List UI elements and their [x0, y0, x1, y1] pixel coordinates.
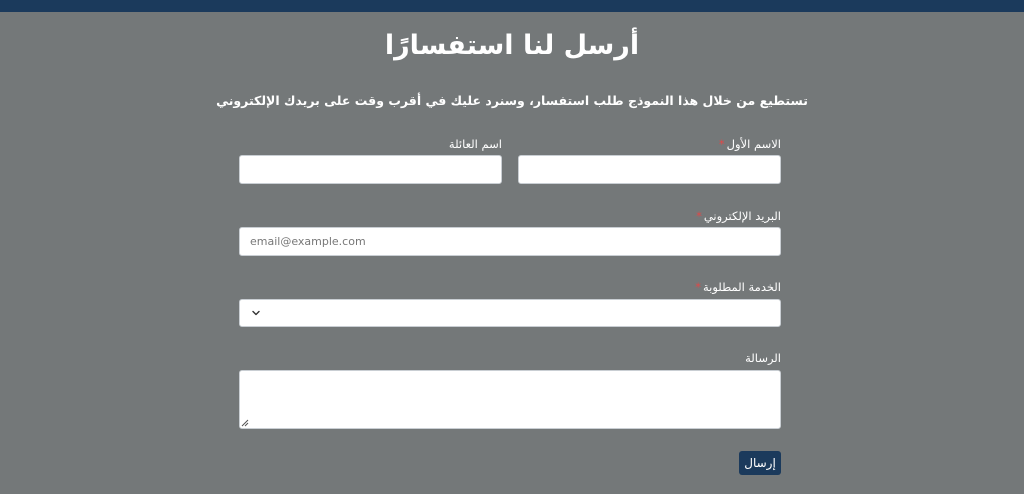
submit-button[interactable]: إرسال [739, 451, 781, 475]
first-name-label: الاسم الأول* [719, 137, 781, 151]
service-label-text: الخدمة المطلوبة [702, 280, 781, 294]
first-name-input[interactable] [518, 155, 781, 184]
email-input[interactable] [239, 227, 781, 256]
last-name-input[interactable] [239, 155, 502, 184]
resize-handle-icon[interactable] [241, 419, 249, 427]
inquiry-form: الاسم الأول* اسم العائلة البريد الإلكترو… [239, 0, 781, 494]
first-name-label-text: الاسم الأول [726, 137, 781, 151]
chevron-down-icon [252, 310, 260, 316]
email-label: البريد الإلكتروني* [696, 209, 781, 223]
service-select[interactable] [239, 299, 781, 327]
email-label-text: البريد الإلكتروني [703, 209, 781, 223]
last-name-label: اسم العائلة [449, 137, 502, 151]
service-label: الخدمة المطلوبة* [695, 280, 781, 294]
message-label: الرسالة [745, 351, 781, 365]
message-label-text: الرسالة [745, 351, 781, 365]
message-textarea[interactable] [239, 370, 781, 429]
required-mark: * [695, 280, 701, 294]
last-name-label-text: اسم العائلة [448, 137, 502, 151]
required-mark: * [696, 209, 702, 223]
required-mark: * [718, 137, 725, 151]
